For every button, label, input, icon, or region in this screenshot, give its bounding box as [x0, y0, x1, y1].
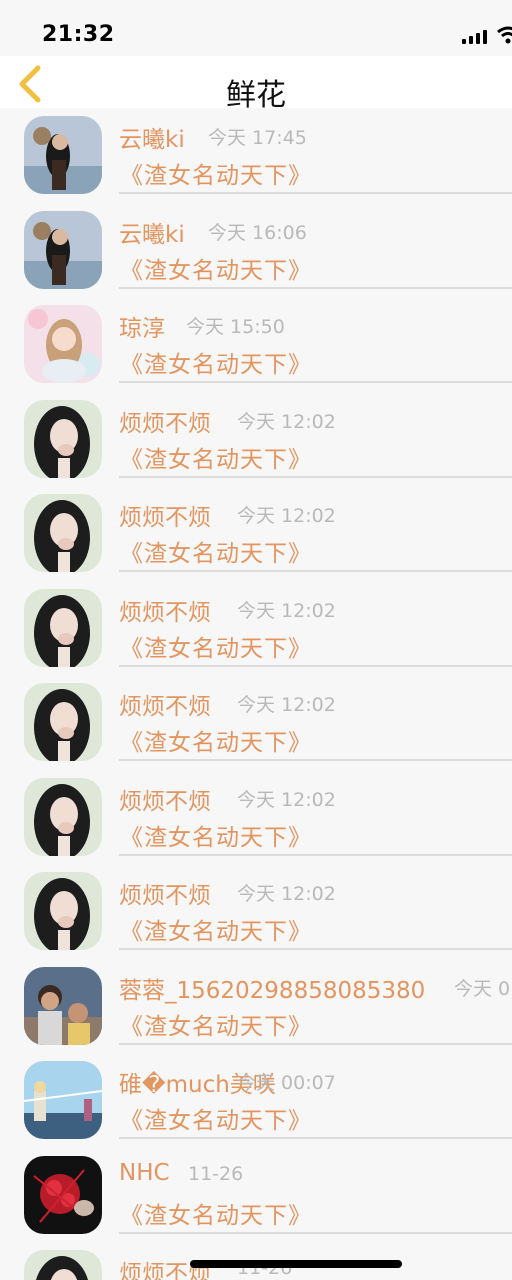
avatar[interactable] — [24, 399, 102, 478]
list-item[interactable]: 烦烦不烦 今天 12:02 《渣女名动天下》 — [0, 581, 512, 676]
divider — [119, 570, 512, 572]
avatar[interactable] — [24, 305, 102, 383]
avatar[interactable] — [24, 966, 102, 1045]
divider — [119, 1042, 512, 1045]
message-time: 今天 12:02 — [237, 410, 336, 433]
message-time: 今天 12:02 — [237, 694, 336, 716]
avatar[interactable] — [24, 588, 102, 667]
divider — [119, 192, 512, 194]
sender-name: 烦烦不烦 — [119, 788, 211, 815]
avatar[interactable] — [24, 494, 102, 572]
list-item[interactable]: 烦烦不烦 今天 12:02 《渣女名动天下》 — [0, 864, 512, 959]
sender-name: 蓉蓉_15620298858085380 — [119, 977, 426, 1004]
avatar[interactable] — [24, 683, 102, 761]
sender-name: 烦烦不烦 — [119, 505, 211, 531]
avatar[interactable] — [24, 1250, 102, 1280]
message-time: 今天 12:02 — [237, 788, 336, 811]
avatar[interactable] — [24, 210, 102, 289]
list-item[interactable]: 烦烦不烦 今天 12:02 《渣女名动天下》 — [0, 770, 512, 865]
message-text: 《渣女名动天下》 — [120, 824, 312, 851]
avatar[interactable] — [24, 777, 102, 856]
sender-name: 琼淳 — [119, 316, 165, 342]
message-time: 今天 12:02 — [237, 883, 336, 905]
divider — [119, 1137, 512, 1139]
message-text: 《渣女名动天下》 — [120, 352, 312, 378]
list-item[interactable]: 琼淳 今天 15:50 《渣女名动天下》 — [0, 297, 512, 392]
message-time: 今天 0 — [454, 977, 511, 1000]
message-text: 《渣女名动天下》 — [120, 1202, 312, 1229]
sender-name: 云曦ki — [119, 127, 185, 153]
message-time: 今天 15:50 — [186, 316, 285, 338]
message-text: 《渣女名动天下》 — [120, 730, 312, 756]
sender-name: NHC — [119, 1159, 170, 1186]
message-text: 《渣女名动天下》 — [120, 163, 312, 189]
divider — [119, 759, 512, 761]
message-time: 今天 12:02 — [237, 505, 336, 527]
divider — [119, 286, 512, 289]
avatar[interactable] — [24, 116, 102, 194]
message-list[interactable]: 云曦ki 今天 17:45 《渣女名动天下》 云曦ki 今天 16:06 《渣女名动天下》… — [0, 108, 512, 1280]
message-text: 《渣女名动天下》 — [120, 446, 312, 473]
sender-name: 烦烦不烦 — [119, 883, 211, 909]
navigation-bar: 鲜花 — [0, 56, 512, 113]
signal-icon — [462, 30, 490, 44]
divider — [119, 1231, 512, 1234]
divider — [119, 948, 512, 950]
message-text: 《渣女名动天下》 — [120, 1013, 312, 1040]
list-item[interactable]: 碓�much美咲 今天 00:07 《渣女名动天下》 — [0, 1053, 512, 1148]
sender-name: 烦烦不烦 — [119, 410, 211, 437]
list-item[interactable]: 云曦ki 今天 16:06 《渣女名动天下》 — [0, 203, 512, 298]
list-item[interactable]: 烦烦不烦 今天 12:02 《渣女名动天下》 — [0, 675, 512, 770]
divider — [119, 664, 512, 667]
avatar[interactable] — [24, 872, 102, 950]
message-text: 《渣女名动天下》 — [120, 257, 312, 284]
message-text: 《渣女名动天下》 — [120, 635, 312, 662]
list-item[interactable]: 烦烦不烦 今天 12:02 《渣女名动天下》 — [0, 486, 512, 581]
divider — [119, 381, 512, 383]
avatar[interactable] — [24, 1155, 102, 1234]
avatar[interactable] — [24, 1061, 102, 1139]
list-item[interactable]: 蓉蓉_15620298858085380 今天 0 《渣女名动天下》 — [0, 959, 512, 1054]
status-time: 21:32 — [42, 22, 115, 47]
divider — [119, 853, 512, 856]
home-indicator — [190, 1260, 402, 1268]
message-time: 今天 17:45 — [208, 127, 307, 149]
message-text: 《渣女名动天下》 — [120, 541, 312, 567]
list-item[interactable]: NHC 11-26 《渣女名动天下》 — [0, 1148, 512, 1243]
message-text: 《渣女名动天下》 — [120, 919, 312, 945]
message-time: 11-26 — [188, 1162, 244, 1185]
divider — [119, 475, 512, 478]
list-item[interactable]: 烦烦不烦 今天 12:02 《渣女名动天下》 — [0, 392, 512, 487]
message-time: 今天 16:06 — [208, 221, 307, 244]
sender-name: 烦烦不烦 — [119, 599, 211, 626]
message-time: 今天 00:07 — [237, 1072, 336, 1094]
message-text: 《渣女名动天下》 — [120, 1108, 312, 1134]
wifi-icon — [496, 26, 512, 44]
sender-name: 云曦ki — [119, 221, 185, 248]
message-time: 今天 12:02 — [237, 599, 336, 622]
sender-name: 烦烦不烦 — [119, 694, 211, 720]
status-bar: 21:32 — [0, 0, 512, 56]
list-item[interactable]: 云曦ki 今天 17:45 《渣女名动天下》 — [0, 108, 512, 203]
